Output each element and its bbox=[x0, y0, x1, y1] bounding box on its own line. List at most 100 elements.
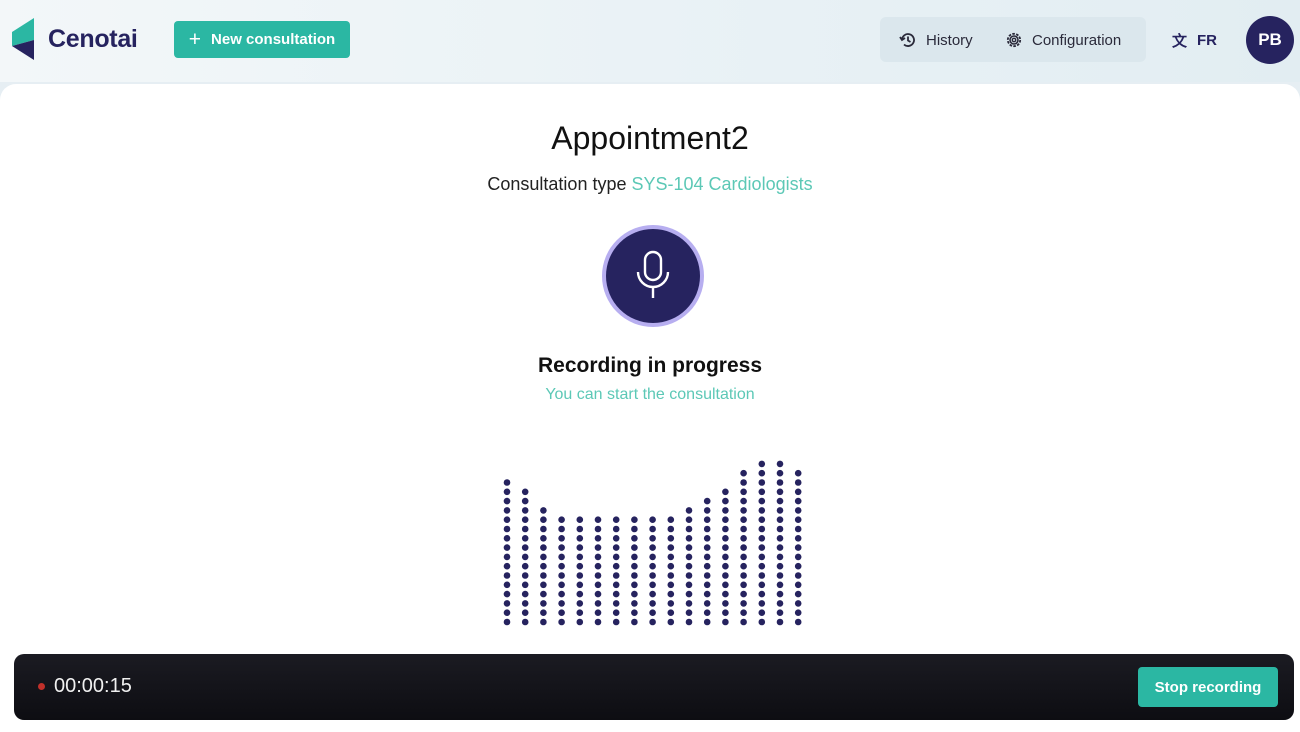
waveform-dot bbox=[576, 572, 584, 579]
waveform-dot bbox=[740, 507, 747, 514]
waveform-dot bbox=[740, 590, 747, 598]
waveform-dot bbox=[576, 590, 584, 598]
waveform-dot bbox=[776, 590, 784, 598]
waveform-dot bbox=[740, 479, 747, 486]
waveform-dot bbox=[703, 590, 711, 598]
waveform-dot bbox=[503, 590, 511, 598]
waveform-dot bbox=[667, 572, 675, 579]
avatar[interactable]: PB bbox=[1246, 16, 1294, 64]
waveform-dot bbox=[776, 581, 784, 589]
waveform-dot bbox=[503, 525, 511, 533]
waveform-dot bbox=[703, 525, 711, 533]
waveform-dot bbox=[631, 618, 638, 626]
waveform-dot bbox=[776, 562, 784, 570]
waveform-dot bbox=[631, 535, 638, 542]
waveform-dot bbox=[685, 553, 693, 561]
waveform-dot bbox=[521, 497, 529, 505]
waveform-dot bbox=[667, 516, 675, 523]
waveform-dot bbox=[703, 562, 711, 570]
waveform-dot bbox=[758, 469, 766, 477]
waveform-dot bbox=[776, 507, 784, 514]
waveform-dot bbox=[521, 507, 529, 514]
waveform-dot bbox=[794, 516, 802, 523]
waveform-dot bbox=[794, 469, 802, 477]
waveform-dot bbox=[649, 544, 656, 551]
waveform-dot bbox=[631, 525, 638, 533]
waveform-dot bbox=[576, 562, 584, 570]
waveform-dot bbox=[722, 516, 729, 523]
waveform-dot bbox=[776, 544, 784, 551]
nav-configuration-label: Configuration bbox=[1032, 31, 1122, 49]
waveform-dot bbox=[540, 525, 547, 533]
waveform-dot bbox=[722, 497, 729, 505]
waveform-dot bbox=[631, 609, 638, 616]
waveform-dot bbox=[758, 479, 766, 486]
waveform-dot bbox=[685, 572, 693, 579]
translate-icon: 文 bbox=[1172, 33, 1188, 50]
waveform-dot bbox=[667, 581, 675, 589]
waveform-dot bbox=[649, 516, 656, 523]
waveform-bar bbox=[576, 516, 584, 626]
waveform-dot bbox=[503, 609, 511, 616]
waveform-dot bbox=[521, 590, 529, 598]
waveform-dot bbox=[722, 507, 729, 514]
waveform-dot bbox=[540, 516, 547, 523]
waveform-dot bbox=[503, 600, 511, 607]
plus-icon: + bbox=[188, 28, 202, 51]
audio-waveform bbox=[503, 460, 802, 626]
waveform-dot bbox=[758, 507, 766, 514]
waveform-dot bbox=[703, 516, 711, 523]
waveform-dot bbox=[631, 562, 638, 570]
waveform-dot bbox=[794, 581, 802, 589]
waveform-dot bbox=[612, 525, 620, 533]
waveform-dot bbox=[540, 544, 547, 551]
waveform-dot bbox=[758, 525, 766, 533]
waveform-dot bbox=[594, 553, 602, 561]
waveform-dot bbox=[758, 618, 766, 626]
waveform-dot bbox=[667, 544, 675, 551]
waveform-dot bbox=[703, 544, 711, 551]
language-selector[interactable]: 文 FR bbox=[1172, 30, 1217, 51]
waveform-dot bbox=[612, 590, 620, 598]
waveform-dot bbox=[521, 553, 529, 561]
logo[interactable]: Cenotai bbox=[12, 18, 138, 60]
waveform-dot bbox=[794, 507, 802, 514]
waveform-dot bbox=[776, 479, 784, 486]
nav-history-label: History bbox=[926, 31, 973, 49]
waveform-dot bbox=[758, 600, 766, 607]
waveform-bar bbox=[631, 516, 638, 626]
waveform-dot bbox=[722, 609, 729, 616]
waveform-dot bbox=[503, 572, 511, 579]
waveform-dot bbox=[540, 618, 547, 626]
waveform-dot bbox=[558, 609, 565, 616]
new-consultation-label: New consultation bbox=[211, 31, 336, 48]
waveform-dot bbox=[521, 609, 529, 616]
waveform-dot bbox=[740, 600, 747, 607]
waveform-dot bbox=[776, 618, 784, 626]
waveform-dot bbox=[503, 516, 511, 523]
waveform-dot bbox=[703, 535, 711, 542]
waveform-dot bbox=[503, 618, 511, 626]
waveform-dot bbox=[576, 600, 584, 607]
waveform-dot bbox=[594, 609, 602, 616]
waveform-dot bbox=[776, 460, 784, 468]
waveform-dot bbox=[540, 609, 547, 616]
waveform-dot bbox=[667, 609, 675, 616]
waveform-dot bbox=[776, 553, 784, 561]
new-consultation-button[interactable]: + New consultation bbox=[174, 21, 350, 58]
nav-configuration[interactable]: Configuration bbox=[1004, 30, 1121, 50]
waveform-dot bbox=[776, 609, 784, 616]
waveform-dot bbox=[758, 497, 766, 505]
waveform-dot bbox=[722, 535, 729, 542]
waveform-dot bbox=[740, 488, 747, 496]
nav-history[interactable]: History bbox=[898, 30, 973, 50]
waveform-dot bbox=[740, 544, 747, 551]
waveform-dot bbox=[594, 600, 602, 607]
stop-recording-button[interactable]: Stop recording bbox=[1138, 667, 1278, 707]
waveform-dot bbox=[703, 581, 711, 589]
waveform-dot bbox=[558, 544, 565, 551]
waveform-dot bbox=[594, 544, 602, 551]
waveform-dot bbox=[758, 516, 766, 523]
history-icon bbox=[899, 33, 915, 47]
waveform-dot bbox=[612, 581, 620, 589]
